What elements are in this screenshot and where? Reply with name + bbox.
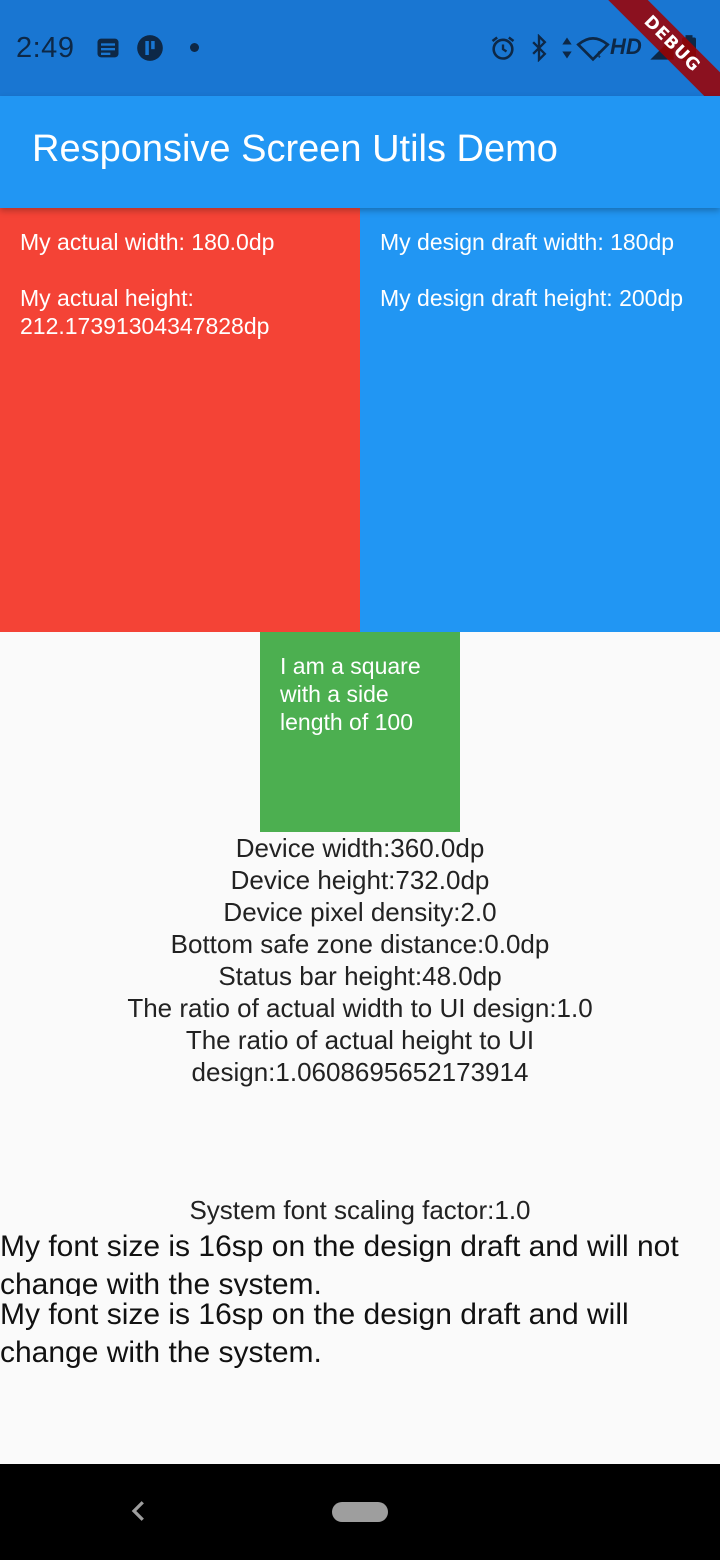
fixed-font-text: My font size is 16sp on the design draft… <box>0 1230 679 1296</box>
svg-text:4: 4 <box>595 50 601 61</box>
bluetooth-icon <box>532 34 547 62</box>
status-time: 2:49 <box>16 32 75 64</box>
square-box-text: I am a square with a side length of 100 <box>280 653 421 735</box>
device-width-text: Device width:360.0dp <box>235 833 485 863</box>
scaled-font-text: My font size is 16sp on the design draft… <box>0 1298 629 1369</box>
device-height-text: Device height:732.0dp <box>230 865 490 895</box>
font-scaling-text: System font scaling factor:1.0 <box>189 1195 531 1225</box>
design-width-text: My design draft width: 180dp <box>380 229 675 255</box>
bottom-safe-zone-text: Bottom safe zone distance:0.0dp <box>170 929 550 959</box>
data-arrows-icon <box>562 37 572 59</box>
alarm-icon <box>491 36 515 60</box>
design-size-box: My design draft width: 180dp My design d… <box>360 208 720 632</box>
status-bar-height-text: Status bar height:48.0dp <box>218 961 502 991</box>
wifi-icon: 4 <box>576 37 610 62</box>
navigation-bar <box>0 1464 720 1560</box>
back-icon[interactable] <box>124 1496 154 1526</box>
hd-label: HD <box>610 34 642 59</box>
height-ratio-text: The ratio of actual height to UI design:… <box>185 1025 535 1087</box>
device-info: Device width:360.0dp Device height:732.0… <box>0 832 720 1088</box>
actual-height-text: My actual height: 212.17391304347828dp <box>20 285 270 339</box>
status-bar: 2:49 4 HD <box>0 0 720 96</box>
dot-icon <box>190 43 199 52</box>
signal-icon <box>650 36 674 60</box>
notification-icon <box>97 38 119 58</box>
device-density-text: Device pixel density:2.0 <box>223 897 497 927</box>
design-height-text: My design draft height: 200dp <box>380 285 684 311</box>
home-pill-icon[interactable] <box>332 1502 388 1522</box>
app-p-icon <box>137 35 163 61</box>
battery-icon <box>682 35 696 61</box>
width-ratio-text: The ratio of actual width to UI design:1… <box>127 993 593 1023</box>
app-bar-title: Responsive Screen Utils Demo <box>32 128 558 170</box>
app-bar: Responsive Screen Utils Demo <box>0 96 720 208</box>
square-box: I am a square with a side length of 100 <box>260 632 460 832</box>
actual-width-text: My actual width: 180.0dp <box>20 229 275 255</box>
actual-size-box: My actual width: 180.0dp My actual heigh… <box>0 208 360 632</box>
